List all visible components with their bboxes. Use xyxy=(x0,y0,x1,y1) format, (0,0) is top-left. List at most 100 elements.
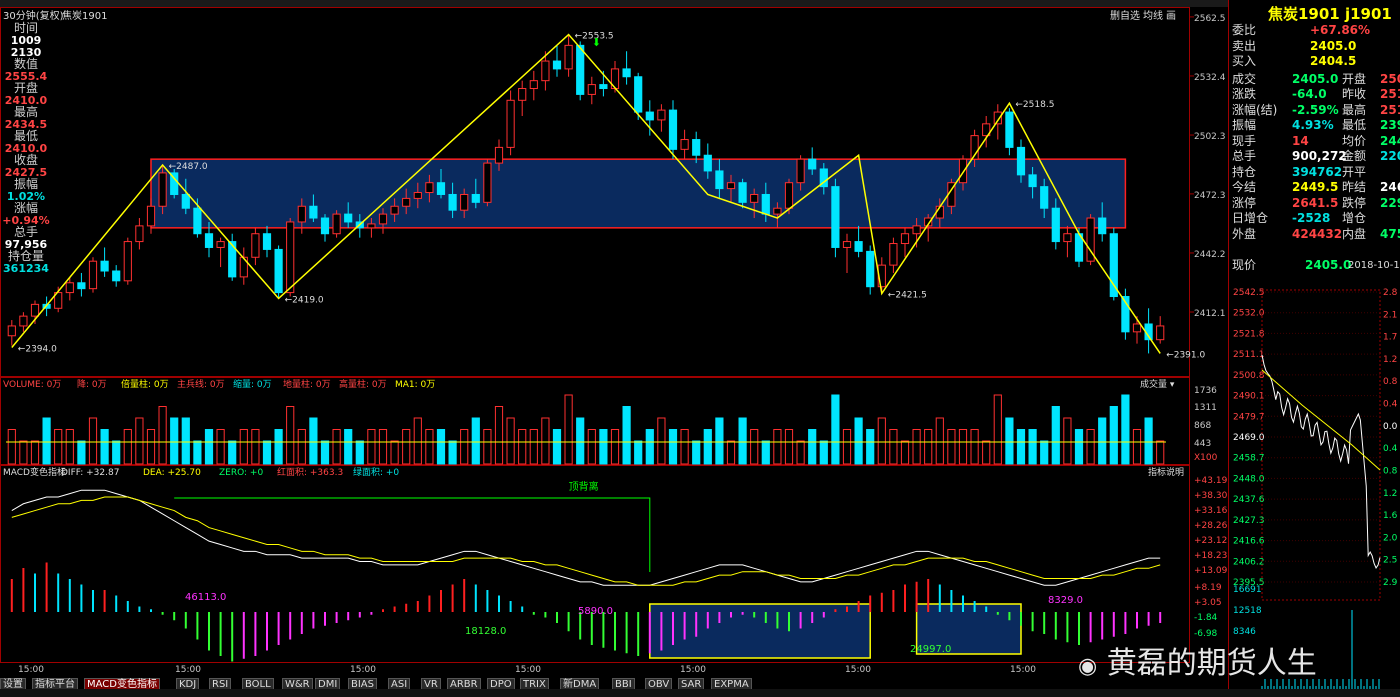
volume-bar xyxy=(599,429,608,465)
volume-axis-label: 443 xyxy=(1194,439,1211,449)
volume-bar xyxy=(1051,406,1060,465)
volume-bar xyxy=(193,440,202,465)
volume-bar xyxy=(1144,417,1153,465)
candle-body xyxy=(286,221,295,294)
diff-line xyxy=(11,489,1161,586)
quote-label: 内盘 xyxy=(1342,226,1367,241)
candle-body xyxy=(471,193,480,203)
volume-bar xyxy=(831,394,840,465)
candle-body xyxy=(274,248,283,294)
macd-axis-label: +18.23 xyxy=(1194,551,1227,561)
candle-body xyxy=(541,60,550,82)
candle-body xyxy=(738,182,747,203)
volume-bar xyxy=(1016,429,1026,465)
quote-value: 4.93% xyxy=(1292,118,1334,132)
volume-bar xyxy=(239,429,248,465)
candle-body xyxy=(436,182,446,195)
divergence-label: 顶背离 xyxy=(569,480,599,493)
quote-value: 2405.0 xyxy=(1292,71,1339,86)
quote-value: 394762 xyxy=(1292,164,1343,179)
quote-value: 251 xyxy=(1380,87,1400,101)
candle-body xyxy=(726,182,736,190)
candle-body xyxy=(958,158,968,184)
candle-body xyxy=(320,217,330,235)
divergence-bracket xyxy=(174,497,651,572)
candle-body xyxy=(367,223,376,229)
volume-legend-item: 主兵线: 0万 xyxy=(177,378,225,390)
remove-favorite-button[interactable]: 删自选 xyxy=(1110,7,1140,22)
quote-label: 今结 xyxy=(1232,180,1257,194)
candle-body xyxy=(866,250,875,288)
volume-bar xyxy=(1109,406,1118,465)
ma-button[interactable]: 均线 xyxy=(1143,7,1163,22)
macd-legend-item: DIFF: +32.87 xyxy=(61,468,119,478)
volume-bar xyxy=(889,429,898,465)
candle-body xyxy=(494,146,504,164)
volume-legend-item: 地量柱: 0万 xyxy=(283,378,331,390)
candle-body xyxy=(842,241,852,248)
quote-label: 买入 xyxy=(1232,54,1257,68)
quote-label: 持仓 xyxy=(1232,164,1257,179)
volume-bar xyxy=(7,429,16,465)
candle-body xyxy=(204,233,214,248)
volume-legend-item: MA1: 0万 xyxy=(395,380,435,390)
quote-value: 229 xyxy=(1380,195,1400,210)
main-axis-label: 2412.1 xyxy=(1194,309,1226,319)
volume-bar xyxy=(65,429,74,465)
volume-bar xyxy=(738,417,747,465)
quote-value: -64.0 xyxy=(1292,87,1327,101)
volume-bar xyxy=(773,429,782,465)
quote-value: 2205 xyxy=(1380,149,1400,163)
quote-label: 委比 xyxy=(1232,23,1257,37)
draw-button[interactable]: 画 xyxy=(1166,7,1176,22)
price-annotation: ←2518.5 xyxy=(1015,100,1054,110)
candle-body xyxy=(146,205,156,227)
volume-bar xyxy=(1074,429,1084,465)
quote-value: 14 xyxy=(1292,133,1309,148)
volume-bar xyxy=(1063,417,1072,465)
quote-value: -2528 xyxy=(1292,211,1331,225)
volume-bar xyxy=(77,440,86,465)
quote-label: 开盘 xyxy=(1342,71,1367,86)
volume-bar xyxy=(19,440,28,465)
main-axis-label: 2472.3 xyxy=(1194,191,1226,201)
macd-axis-label: +8.19 xyxy=(1194,583,1222,593)
volume-bar xyxy=(935,417,944,465)
quote-label: 涨跌 xyxy=(1232,87,1257,101)
quote-label: 跌停 xyxy=(1342,195,1367,210)
candle-body xyxy=(808,158,817,170)
chart-canvas[interactable]: ←2394.0←2487.0←2419.0←2553.5←2421.5←2518… xyxy=(0,0,1400,697)
macd-axis-label: +28.26 xyxy=(1194,521,1228,531)
macd-legend-item: 红面积: +363.3 xyxy=(277,466,343,478)
volume-bar xyxy=(344,429,353,465)
volume-bar xyxy=(158,406,167,465)
macd-axis-label: +3.05 xyxy=(1194,598,1222,608)
quote-value: 2449.5 xyxy=(1292,180,1339,194)
price-annotation: ←2391.0 xyxy=(1166,350,1205,360)
quote-value: 2641.5 xyxy=(1292,195,1339,210)
volume-legend-item: 降: 0万 xyxy=(77,378,107,390)
current-price-label: 现价 xyxy=(1232,258,1257,272)
candle-body xyxy=(460,193,469,211)
quote-value: 2405.0 xyxy=(1310,38,1357,53)
volume-bar xyxy=(657,417,666,465)
weibo-icon: ◉ xyxy=(1078,654,1098,679)
candle-body xyxy=(576,44,585,95)
quote-label: 成交 xyxy=(1232,71,1257,86)
volume-bar xyxy=(483,429,492,465)
main-axis-label: 2442.2 xyxy=(1194,250,1226,260)
volume-bar xyxy=(216,429,225,465)
volume-bar xyxy=(784,429,794,465)
candle-body xyxy=(158,172,167,207)
volume-bar xyxy=(796,440,805,465)
volume-bar xyxy=(402,429,411,465)
volume-bar xyxy=(448,440,457,465)
candle-body xyxy=(402,197,411,207)
volume-bar xyxy=(112,440,121,465)
volume-bar xyxy=(1098,417,1107,465)
macd-axis-label: +33.16 xyxy=(1194,506,1228,516)
price-annotation: ←2487.0 xyxy=(169,162,208,172)
macd-legend-item: MACD变色指标 xyxy=(3,466,66,478)
volume-legend-item: 缩量: 0万 xyxy=(233,378,272,390)
candle-body xyxy=(1109,233,1118,298)
